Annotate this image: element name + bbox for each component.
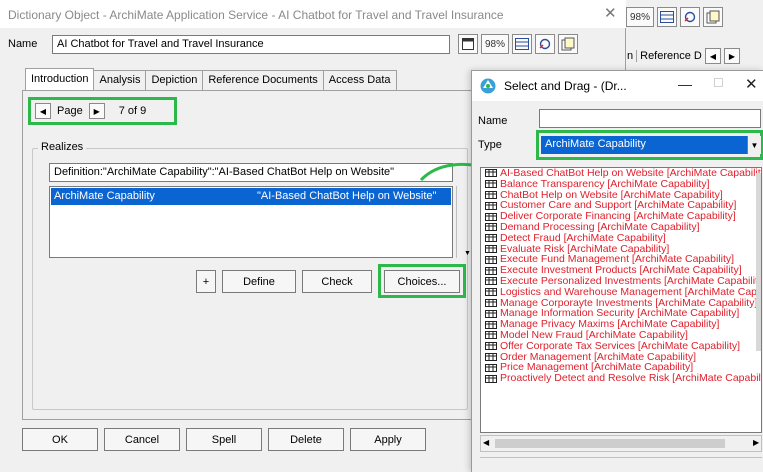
window-title: Dictionary Object - ArchiMate Applicatio…: [8, 8, 504, 22]
table-icon: [485, 169, 497, 178]
table-icon: [485, 266, 497, 275]
row-name: "AI-Based ChatBot Help on Website": [257, 190, 437, 202]
list-item[interactable]: Logistics and Warehouse Management [Arch…: [481, 285, 762, 298]
definition-field[interactable]: Definition:"ArchiMate Capability":"AI-Ba…: [49, 163, 453, 182]
realizes-list-row[interactable]: ArchiMate Capability "AI-Based ChatBot H…: [51, 188, 451, 205]
close-icon[interactable]: ✕: [604, 6, 617, 21]
sd-title-bar: Select and Drag - (Dr... — ☐ ✕: [472, 71, 763, 101]
window-icon[interactable]: [458, 34, 478, 54]
next-page-icon[interactable]: ▶: [88, 103, 105, 119]
realizes-list[interactable]: ArchiMate Capability "AI-Based ChatBot H…: [49, 186, 453, 258]
list-item[interactable]: Proactively Detect and Resolve Risk [Arc…: [481, 373, 761, 384]
previous-page-icon[interactable]: ◀: [35, 103, 51, 119]
scroll-right-icon[interactable]: ▶: [753, 438, 759, 447]
bg-tab-partial[interactable]: n: [627, 50, 633, 62]
bg-tab-scroll-right-icon[interactable]: ▶: [723, 48, 740, 64]
maximize-icon[interactable]: ☐: [713, 76, 724, 90]
grid-view-icon[interactable]: [512, 34, 532, 54]
list-item[interactable]: Detect Fraud [ArchiMate Capability]: [481, 231, 761, 244]
table-icon: [485, 288, 497, 297]
tab-reference-documents[interactable]: Reference Documents: [202, 70, 324, 90]
table-icon: [485, 201, 497, 210]
relations-icon[interactable]: [535, 34, 555, 54]
delete-button[interactable]: Delete: [268, 428, 344, 451]
sd-name-field[interactable]: [539, 109, 761, 128]
table-icon: [485, 320, 497, 329]
chevron-down-icon[interactable]: ▼: [747, 136, 761, 154]
relations-icon[interactable]: [680, 7, 700, 27]
list-item[interactable]: Offer Corporate Tax Services [ArchiMate …: [481, 339, 761, 352]
sd-type-label: Type: [478, 139, 502, 151]
table-icon: [485, 331, 497, 340]
table-icon: [485, 374, 497, 383]
scroll-left-icon[interactable]: ◀: [483, 438, 489, 447]
table-icon: [485, 342, 497, 351]
name-row: Name AI Chatbot for Travel and Travel In…: [0, 34, 626, 56]
bg-tab-reference[interactable]: Reference D: [636, 50, 702, 62]
close-icon[interactable]: ✕: [745, 75, 758, 93]
zoom-button[interactable]: 98%: [481, 34, 509, 54]
minimize-icon[interactable]: —: [678, 76, 692, 92]
bg-zoom-button[interactable]: 98%: [626, 7, 654, 27]
check-button[interactable]: Check: [302, 270, 372, 293]
name-toolbar: 98%: [458, 34, 578, 54]
page-label: Page: [57, 105, 83, 117]
tab-analysis[interactable]: Analysis: [93, 70, 147, 90]
sd-name-label: Name: [478, 115, 508, 127]
table-icon: [485, 277, 497, 286]
tab-strip: Introduction Analysis Depiction Referenc…: [25, 68, 397, 91]
list-horizontal-scrollbar[interactable]: ◀ ▶: [480, 435, 762, 452]
document-icon[interactable]: [703, 7, 723, 27]
grid-view-icon[interactable]: [657, 7, 677, 27]
table-icon: [485, 352, 497, 361]
row-type: ArchiMate Capability: [54, 190, 155, 202]
page-navigator: ◀ Page ▶ 7 of 9: [28, 97, 177, 125]
tab-introduction[interactable]: Introduction: [25, 68, 95, 91]
tab-depiction[interactable]: Depiction: [145, 70, 204, 90]
scroll-thumb[interactable]: [495, 439, 725, 448]
define-button[interactable]: Define: [222, 270, 296, 293]
realizes-title: Realizes: [38, 141, 87, 153]
table-icon: [485, 190, 497, 199]
bg-tab-scroll-left-icon[interactable]: ◀: [704, 48, 721, 64]
tab-access-data[interactable]: Access Data: [322, 70, 397, 90]
name-field[interactable]: AI Chatbot for Travel and Travel Insuran…: [52, 35, 450, 54]
table-icon: [485, 234, 497, 243]
spell-button[interactable]: Spell: [186, 428, 262, 451]
name-label: Name: [8, 38, 38, 50]
type-dropdown[interactable]: ArchiMate Capability: [541, 136, 761, 154]
list-item-label: Detect Fraud [ArchiMate Capability]: [500, 231, 666, 244]
table-icon: [485, 244, 497, 253]
table-icon: [485, 309, 497, 318]
list-vertical-scrollbar[interactable]: [756, 173, 761, 351]
list-item-label: Proactively Detect and Resolve Risk [Arc…: [500, 372, 762, 385]
list-item[interactable]: Balance Transparency [ArchiMate Capabili…: [481, 177, 761, 190]
list-side-strip: [456, 186, 472, 258]
table-icon: [485, 255, 497, 264]
table-icon: [485, 298, 497, 307]
app-logo-icon: [480, 78, 496, 94]
status-strip: [480, 457, 762, 471]
document-icon[interactable]: [558, 34, 578, 54]
ok-button[interactable]: OK: [22, 428, 98, 451]
table-icon: [485, 223, 497, 232]
list-item-label: Offer Corporate Tax Services [ArchiMate …: [500, 339, 741, 352]
table-icon: [485, 212, 497, 221]
background-toolbar: 98%: [626, 7, 723, 27]
table-icon: [485, 363, 497, 372]
caret-down-icon[interactable]: ▼: [464, 250, 471, 257]
title-bar: Dictionary Object - ArchiMate Applicatio…: [0, 0, 626, 28]
add-button[interactable]: +: [196, 270, 216, 293]
choices-highlight-frame: [378, 264, 466, 298]
table-icon: [485, 180, 497, 189]
background-tab-strip: n Reference D ◀ ▶: [627, 48, 740, 64]
sd-window-title: Select and Drag - (Dr...: [504, 79, 627, 93]
list-item-label: Logistics and Warehouse Management [Arch…: [500, 285, 762, 298]
apply-button[interactable]: Apply: [350, 428, 426, 451]
select-and-drag-window: Select and Drag - (Dr... — ☐ ✕ Name Type…: [471, 70, 763, 472]
cancel-button[interactable]: Cancel: [104, 428, 180, 451]
list-item-label: Balance Transparency [ArchiMate Capabili…: [500, 177, 710, 190]
capability-list[interactable]: AI-Based ChatBot Help on Website [ArchiM…: [480, 167, 762, 433]
page-count: 7 of 9: [118, 105, 147, 117]
